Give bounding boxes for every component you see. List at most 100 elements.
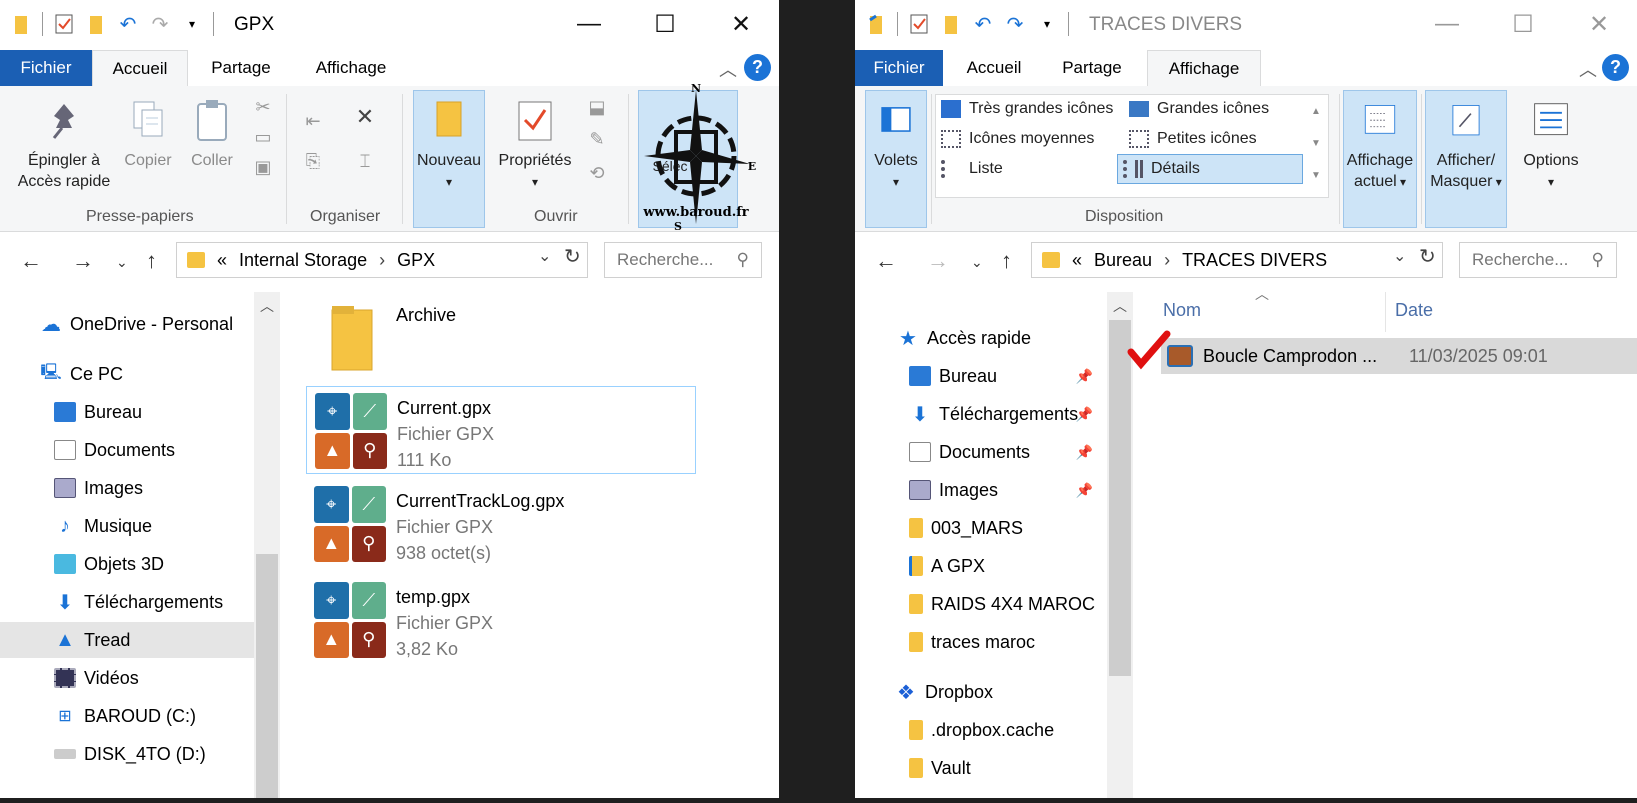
nav-item-onedrive[interactable]: ☁ OneDrive - Personal — [0, 306, 254, 342]
redo-icon[interactable]: ↷ — [1004, 12, 1026, 36]
address-bar[interactable]: « Bureau › TRACES DIVERS — [1031, 242, 1443, 278]
nav-item-images[interactable]: Images — [0, 470, 254, 506]
paste-shortcut-icon[interactable]: ▣ — [252, 156, 274, 178]
move-to-icon[interactable]: ⇤ — [302, 110, 324, 132]
back-icon[interactable]: ← — [875, 248, 897, 274]
nav-item-musique[interactable]: ♪ Musique — [0, 508, 254, 544]
column-header-date[interactable]: Date — [1395, 300, 1433, 321]
minimize-button[interactable]: — — [1409, 0, 1485, 48]
nav-item-ce-pc[interactable]: 🖳 Ce PC — [0, 356, 254, 392]
undo-icon[interactable]: ↶ — [972, 12, 994, 36]
list-item[interactable]: ⌖ ⟋ ▲ ⚲ CurrentTrackLog.gpx Fichier GPX 938… — [306, 480, 696, 568]
pin-quick-access-button[interactable]: Épingler à Accès rapide — [14, 98, 114, 192]
scrollbar-thumb[interactable] — [256, 554, 278, 798]
nav-item-raids-4x4-maroc[interactable]: RAIDS 4X4 MAROC — [855, 586, 1107, 622]
tab-accueil[interactable]: Accueil — [92, 50, 188, 87]
new-item-button[interactable]: Nouveau ▾ — [413, 98, 485, 193]
chevron-down-icon[interactable]: ⌄ — [538, 246, 551, 266]
copy-to-icon[interactable]: ⎘ — [302, 150, 324, 172]
new-folder-quick-icon[interactable] — [85, 12, 107, 36]
search-input[interactable]: Recherche... ⚲ — [604, 242, 762, 278]
properties-button[interactable]: Propriétés ▾ — [492, 98, 578, 193]
pin-icon[interactable]: 📌 — [1076, 406, 1093, 423]
properties-quick-icon[interactable] — [908, 12, 930, 36]
collapse-ribbon-icon[interactable]: ︿ — [719, 56, 737, 82]
title-bar[interactable]: ↶ ↷ ▾ TRACES DIVERS — ☐ ✕ — [855, 0, 1637, 50]
edit-icon[interactable]: ✎ — [586, 128, 608, 150]
list-item[interactable]: Archive — [306, 292, 696, 380]
layout-details[interactable]: Détails — [1123, 158, 1200, 179]
close-button[interactable]: ✕ — [1561, 0, 1637, 48]
tab-partage[interactable]: Partage — [200, 50, 282, 86]
new-folder-quick-icon[interactable] — [940, 12, 962, 36]
close-button[interactable]: ✕ — [703, 0, 779, 48]
nav-item-videos[interactable]: Vidéos — [0, 660, 254, 696]
layout-list[interactable]: Liste — [941, 158, 1003, 179]
tab-affichage[interactable]: Affichage — [300, 50, 402, 86]
title-bar[interactable]: ↶ ↷ ▾ GPX — ☐ ✕ — [0, 0, 779, 50]
breadcrumb-gpx[interactable]: GPX — [397, 250, 435, 271]
forward-icon[interactable]: → — [927, 248, 949, 274]
copy-path-icon[interactable]: ▭ — [252, 126, 274, 148]
up-icon[interactable]: ↑ — [146, 248, 157, 274]
scrollbar-thumb[interactable] — [1109, 320, 1131, 676]
back-icon[interactable]: ← — [20, 248, 42, 274]
nav-item-drive-c[interactable]: ⊞ BAROUD (C:) — [0, 698, 254, 734]
layout-large-icons[interactable]: Grandes icônes — [1129, 98, 1269, 119]
breadcrumb-traces-divers[interactable]: TRACES DIVERS — [1182, 250, 1327, 271]
search-input[interactable]: Recherche... ⚲ — [1459, 242, 1617, 278]
layout-extra-large-icons[interactable]: Très grandes icônes — [941, 98, 1113, 119]
column-header-nom[interactable]: Nom — [1163, 300, 1201, 321]
maximize-button[interactable]: ☐ — [627, 0, 703, 48]
properties-quick-icon[interactable] — [53, 12, 75, 36]
pin-icon[interactable]: 📌 — [1076, 482, 1093, 499]
nav-item-tread[interactable]: ▲ Tread — [0, 622, 254, 658]
chevron-down-icon[interactable]: ⌄ — [1393, 246, 1406, 266]
history-icon[interactable]: ⟲ — [586, 162, 608, 184]
nav-item-documents[interactable]: Documents 📌 — [855, 434, 1107, 470]
help-icon[interactable]: ? — [744, 54, 771, 81]
nav-item-bureau[interactable]: Bureau 📌 — [855, 358, 1107, 394]
options-button[interactable]: Options ▾ — [1515, 98, 1587, 193]
minimize-button[interactable]: — — [551, 0, 627, 48]
nav-item-vault[interactable]: Vault — [855, 750, 1107, 786]
rename-icon[interactable]: ⌶ — [354, 150, 376, 172]
show-hide-button[interactable]: Afficher/ Masquer ▾ — [1425, 98, 1507, 193]
current-view-button[interactable]: Affichage actuel ▾ — [1341, 98, 1419, 193]
paste-button[interactable]: Coller — [184, 98, 240, 171]
delete-icon[interactable]: ✕ — [354, 104, 376, 129]
layout-small-icons[interactable]: Petites icônes — [1129, 128, 1257, 149]
breadcrumb-internal-storage[interactable]: Internal Storage — [239, 250, 367, 271]
redo-icon[interactable]: ↷ — [149, 12, 171, 36]
tab-partage[interactable]: Partage — [1051, 50, 1133, 86]
list-item[interactable]: ⌖ ⟋ ▲ ⚲ temp.gpx Fichier GPX 3,82 Ko — [306, 576, 696, 664]
refresh-icon[interactable]: ↻ — [564, 244, 581, 269]
cut-icon[interactable]: ✂ — [252, 96, 274, 118]
nav-item-traces-maroc[interactable]: traces maroc — [855, 624, 1107, 660]
up-icon[interactable]: ↑ — [1001, 248, 1012, 274]
tab-accueil[interactable]: Accueil — [951, 50, 1037, 86]
undo-icon[interactable]: ↶ — [117, 12, 139, 36]
layout-medium-icons[interactable]: Icônes moyennes — [941, 128, 1094, 149]
nav-item-documents[interactable]: Documents — [0, 432, 254, 468]
help-icon[interactable]: ? — [1602, 54, 1629, 81]
recent-locations-icon[interactable]: ⌄ — [971, 254, 983, 271]
nav-item-images[interactable]: Images 📌 — [855, 472, 1107, 508]
customize-toolbar-icon[interactable]: ▾ — [181, 12, 203, 36]
nav-item-drive-d[interactable]: DISK_4TO (D:) — [0, 736, 254, 772]
nav-scrollbar[interactable]: ︿ — [254, 292, 280, 798]
table-row[interactable]: Boucle Camprodon ... 11/03/2025 09:01 — [1161, 338, 1637, 374]
nav-item-objets-3d[interactable]: Objets 3D — [0, 546, 254, 582]
scroll-up-icon[interactable]: ︿ — [254, 296, 280, 316]
gallery-scroll[interactable]: ▲ ▼ ▼ — [1307, 96, 1325, 192]
nav-item-telechargements[interactable]: ⬇ Téléchargements — [0, 584, 254, 620]
maximize-button[interactable]: ☐ — [1485, 0, 1561, 48]
list-item[interactable]: ⌖ ⟋ ▲ ⚲ Current.gpx Fichier GPX 111 Ko — [306, 386, 696, 474]
refresh-icon[interactable]: ↻ — [1419, 244, 1436, 269]
nav-item-bureau[interactable]: Bureau — [0, 394, 254, 430]
open-icon[interactable]: ⬓ — [586, 96, 608, 118]
forward-icon[interactable]: → — [72, 248, 94, 274]
breadcrumb-bureau[interactable]: Bureau — [1094, 250, 1152, 271]
tab-affichage[interactable]: Affichage — [1147, 50, 1261, 87]
address-bar[interactable]: « Internal Storage › GPX — [176, 242, 588, 278]
